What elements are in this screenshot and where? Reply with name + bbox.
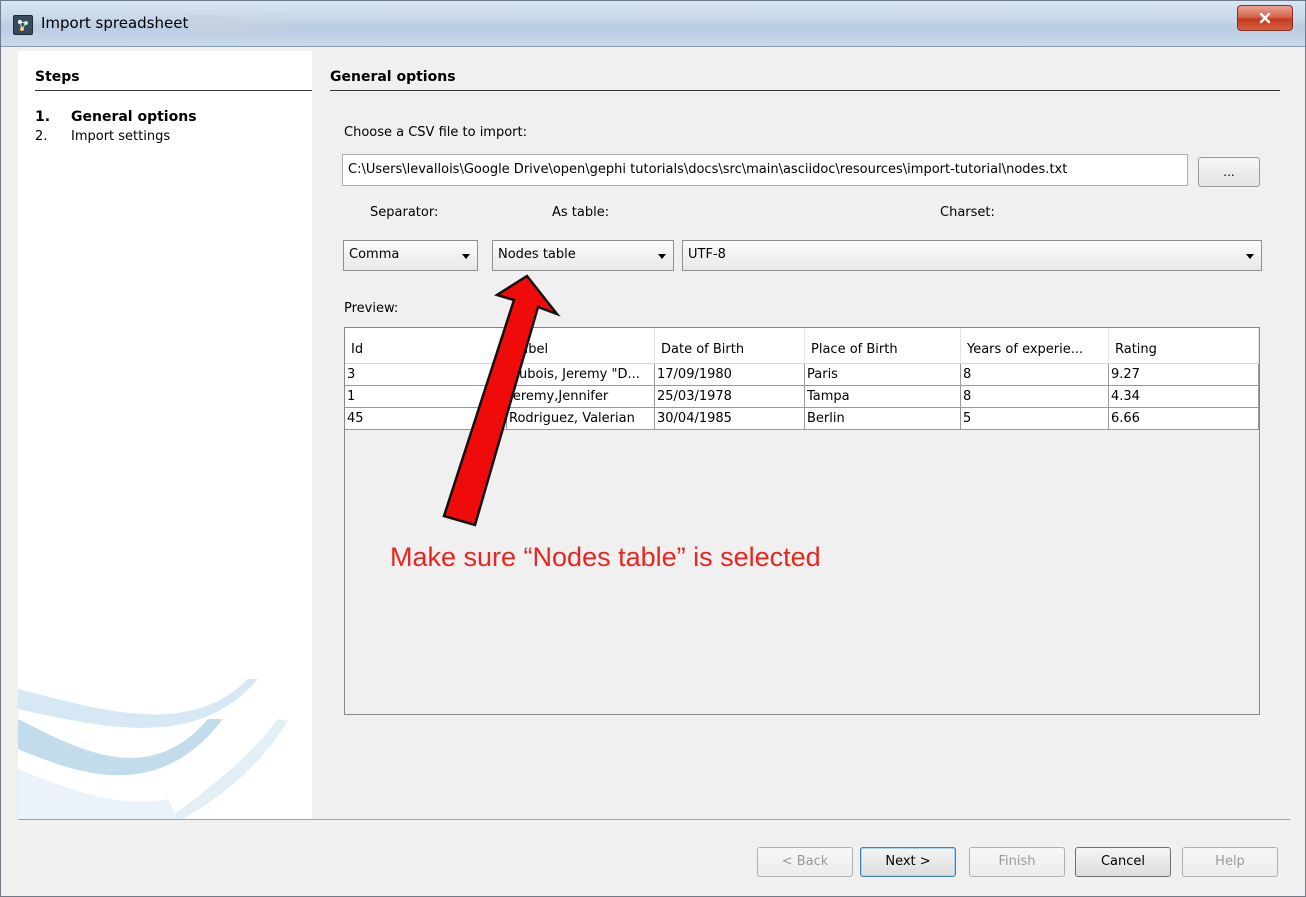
chevron-down-icon bbox=[462, 254, 470, 259]
gephi-app-icon bbox=[13, 15, 33, 35]
table-cell: 25/03/1978 bbox=[655, 386, 805, 408]
cancel-button[interactable]: Cancel bbox=[1075, 847, 1171, 877]
charset-dropdown[interactable]: UTF-8 bbox=[682, 240, 1262, 271]
back-button[interactable]: < Back bbox=[757, 847, 853, 877]
table-cell: 9.27 bbox=[1109, 364, 1259, 386]
table-cell: 8 bbox=[961, 364, 1109, 386]
preview-label: Preview: bbox=[344, 301, 399, 316]
chevron-down-icon bbox=[658, 254, 666, 259]
step-import-settings: 2. Import settings bbox=[35, 129, 170, 144]
table-row[interactable]: 3 Dubois, Jeremy "D... 17/09/1980 Paris … bbox=[345, 364, 1259, 386]
browse-button[interactable]: ... bbox=[1198, 157, 1260, 187]
chevron-down-icon bbox=[1246, 254, 1254, 259]
title-bar: Import spreadsheet bbox=[1, 1, 1305, 47]
table-cell: 8 bbox=[961, 386, 1109, 408]
decorative-swoosh bbox=[18, 679, 288, 819]
column-header[interactable]: Label bbox=[507, 328, 655, 364]
table-row[interactable]: 1 Jeremy,Jennifer 25/03/1978 Tampa 8 4.3… bbox=[345, 386, 1259, 408]
as-table-dropdown[interactable]: Nodes table bbox=[492, 240, 674, 271]
general-options-panel: General options Choose a CSV file to imp… bbox=[312, 51, 1296, 819]
help-button[interactable]: Help bbox=[1182, 847, 1278, 877]
table-row[interactable]: 45 Rodriguez, Valerian 30/04/1985 Berlin… bbox=[345, 408, 1259, 430]
section-divider bbox=[330, 90, 1280, 91]
table-cell: 1 bbox=[345, 386, 507, 408]
csv-file-label: Choose a CSV file to import: bbox=[344, 125, 527, 140]
column-header[interactable]: Rating bbox=[1109, 328, 1259, 364]
table-cell: 3 bbox=[345, 364, 507, 386]
separator-value: Comma bbox=[349, 247, 400, 262]
step-label: General options bbox=[71, 109, 197, 125]
close-icon bbox=[1259, 12, 1271, 24]
table-cell: 45 bbox=[345, 408, 507, 430]
steps-divider bbox=[35, 90, 312, 91]
steps-panel: Steps 1. General options 2. Import setti… bbox=[18, 51, 312, 819]
button-bar-divider bbox=[18, 819, 1290, 820]
close-button[interactable] bbox=[1237, 5, 1293, 31]
title-blur bbox=[189, 15, 309, 33]
table-cell: 6.66 bbox=[1109, 408, 1259, 430]
as-table-label: As table: bbox=[552, 205, 610, 220]
csv-file-path-field[interactable]: C:\Users\levallois\Google Drive\open\gep… bbox=[342, 154, 1188, 186]
steps-heading: Steps bbox=[35, 69, 80, 85]
annotation-text: Make sure “Nodes table” is selected bbox=[390, 542, 821, 572]
step-label: Import settings bbox=[71, 129, 171, 144]
finish-button[interactable]: Finish bbox=[969, 847, 1065, 877]
table-cell: Berlin bbox=[805, 408, 961, 430]
window-title: Import spreadsheet bbox=[41, 14, 189, 32]
as-table-value: Nodes table bbox=[498, 247, 576, 262]
table-header: Id Label Date of Birth Place of Birth Ye… bbox=[345, 328, 1259, 364]
table-cell: Rodriguez, Valerian bbox=[507, 408, 655, 430]
column-header[interactable]: Years of experie... bbox=[961, 328, 1109, 364]
column-header[interactable]: Place of Birth bbox=[805, 328, 961, 364]
step-number: 2. bbox=[35, 129, 48, 144]
charset-label: Charset: bbox=[940, 205, 995, 220]
preview-table[interactable]: Id Label Date of Birth Place of Birth Ye… bbox=[344, 327, 1260, 715]
import-spreadsheet-dialog: Import spreadsheet Steps 1. General opti… bbox=[0, 0, 1306, 897]
table-cell: 4.34 bbox=[1109, 386, 1259, 408]
table-cell: Jeremy,Jennifer bbox=[507, 386, 655, 408]
next-button[interactable]: Next > bbox=[860, 847, 956, 877]
table-cell: 30/04/1985 bbox=[655, 408, 805, 430]
separator-label: Separator: bbox=[370, 205, 439, 220]
column-header[interactable]: Date of Birth bbox=[655, 328, 805, 364]
charset-value: UTF-8 bbox=[688, 247, 726, 262]
table-cell: 5 bbox=[961, 408, 1109, 430]
table-cell: 17/09/1980 bbox=[655, 364, 805, 386]
separator-dropdown[interactable]: Comma bbox=[343, 240, 478, 271]
step-number: 1. bbox=[35, 109, 51, 125]
table-cell: Dubois, Jeremy "D... bbox=[507, 364, 655, 386]
table-cell: Tampa bbox=[805, 386, 961, 408]
table-cell: Paris bbox=[805, 364, 961, 386]
step-general-options: 1. General options bbox=[35, 109, 197, 125]
column-header[interactable]: Id bbox=[345, 328, 507, 364]
section-heading: General options bbox=[330, 69, 456, 85]
